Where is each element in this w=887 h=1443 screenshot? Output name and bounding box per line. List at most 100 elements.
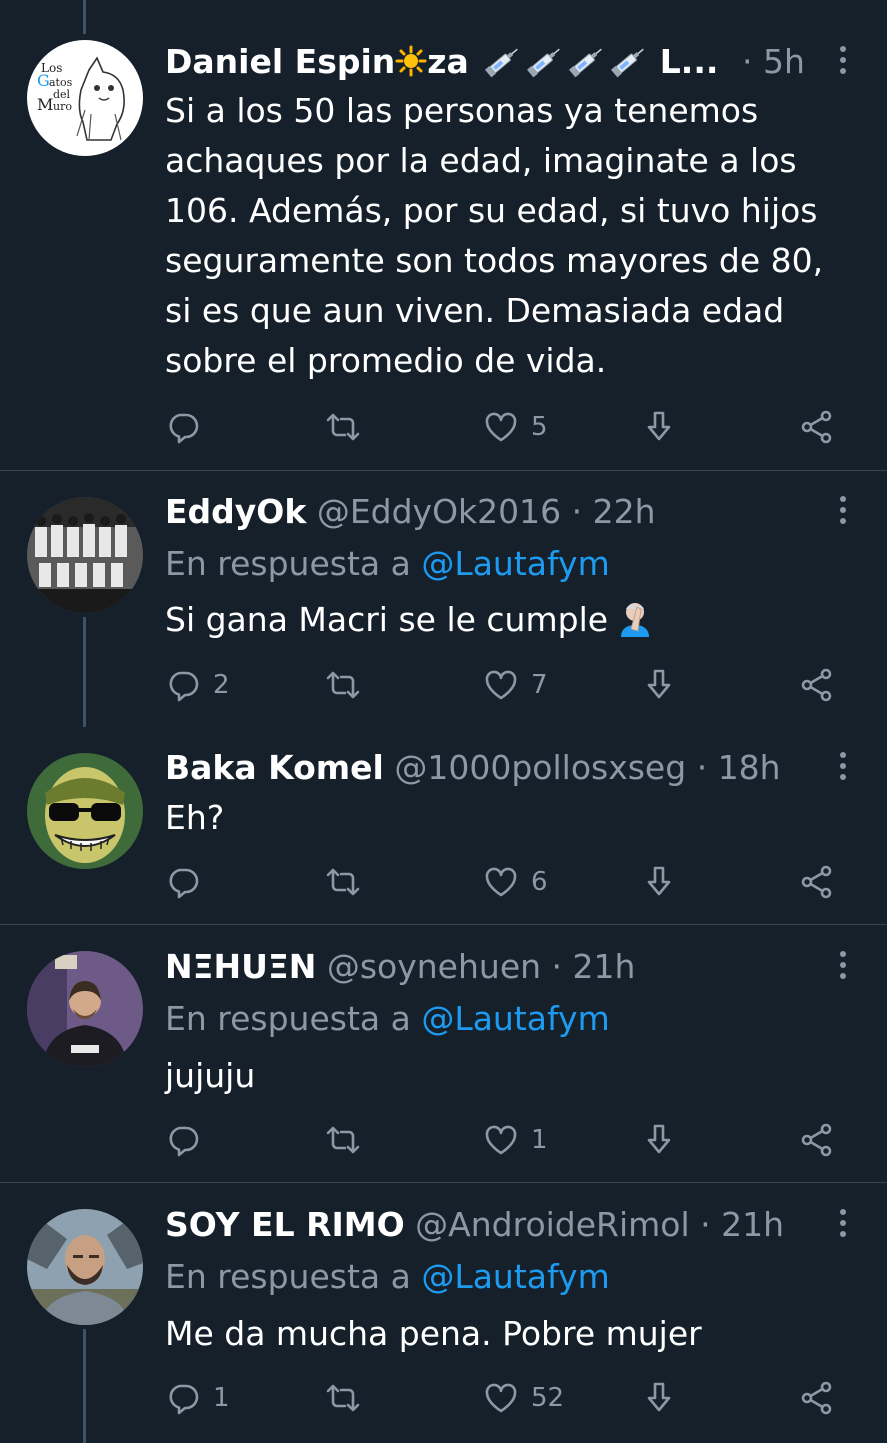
download-button[interactable] <box>641 665 677 705</box>
share-button[interactable] <box>799 862 835 902</box>
heart-icon <box>485 1125 517 1155</box>
avatar[interactable] <box>27 1209 143 1325</box>
retweet-icon <box>326 1384 360 1412</box>
separator-dot: · <box>571 492 583 531</box>
timestamp[interactable]: 18h <box>718 748 781 787</box>
tweet-text: Si gana Macri se le cumple <box>165 595 855 645</box>
timestamp[interactable]: 5h <box>763 42 805 81</box>
retweet-icon <box>326 868 360 896</box>
timestamp[interactable]: 22h <box>593 492 656 531</box>
reply-button[interactable]: 2 <box>165 665 230 705</box>
mention-link[interactable]: @Lautafym <box>421 1257 609 1296</box>
timestamp[interactable]: 21h <box>721 1205 784 1244</box>
tweet-actions: 1 <box>165 1120 855 1160</box>
svg-text:uro: uro <box>53 100 72 113</box>
retweet-icon <box>326 413 360 441</box>
avatar[interactable] <box>27 951 143 1067</box>
share-icon <box>801 865 832 899</box>
retweet-icon <box>326 1126 360 1154</box>
display-name[interactable]: EddyOk <box>165 492 306 531</box>
download-button[interactable] <box>641 1378 677 1418</box>
replying-to: En respuesta a @Lautafym <box>165 1257 610 1296</box>
tweet-header: Baka Komel @1000pollosxseg · 18h <box>165 748 781 788</box>
like-count: 1 <box>531 1125 548 1155</box>
syringe-emoji-icon <box>485 48 519 78</box>
thread-line <box>83 617 86 727</box>
download-button[interactable] <box>641 862 677 902</box>
mention-link[interactable]: @Lautafym <box>421 544 609 583</box>
heart-icon <box>485 412 517 442</box>
reply-icon <box>169 1126 199 1157</box>
separator-dot: · <box>551 947 563 986</box>
reply-icon <box>169 1384 199 1415</box>
share-icon <box>801 1381 832 1415</box>
svg-text:G: G <box>37 71 50 90</box>
thread-line <box>83 0 86 34</box>
like-button[interactable]: 1 <box>483 1120 548 1160</box>
share-icon <box>801 1123 832 1157</box>
tweet-daniel[interactable]: Los G atos del M uro Daniel Espin za L...… <box>0 0 887 470</box>
tweet-text: Eh? <box>165 798 225 837</box>
tweet-text: jujuju <box>165 1056 256 1095</box>
reply-button[interactable]: 1 <box>165 1378 230 1418</box>
reply-count: 1 <box>213 1383 230 1413</box>
more-options-icon[interactable] <box>830 42 856 82</box>
reply-icon <box>169 868 199 899</box>
avatar[interactable] <box>27 497 143 613</box>
reply-button[interactable] <box>165 862 213 902</box>
more-options-icon[interactable] <box>830 492 856 532</box>
like-button[interactable]: 7 <box>483 665 548 705</box>
tweet-nehuen[interactable]: NΞHUΞN @soynehuen · 21h En respuesta a @… <box>0 925 887 1182</box>
display-name[interactable]: NΞHUΞN <box>165 947 316 986</box>
svg-text:M: M <box>37 95 53 114</box>
retweet-button[interactable] <box>325 1120 373 1160</box>
download-arrow-icon <box>647 669 671 699</box>
user-handle[interactable]: @1000pollosxseg <box>394 748 686 787</box>
reply-button[interactable] <box>165 1120 213 1160</box>
like-button[interactable]: 5 <box>483 407 548 447</box>
display-name[interactable]: Daniel Espin za L... <box>165 42 718 81</box>
tweet-soyelrimo[interactable]: SOY EL RIMO @AndroideRimol · 21h En resp… <box>0 1183 887 1443</box>
tweet-header: EddyOk @EddyOk2016 · 22h <box>165 492 656 532</box>
display-name[interactable]: Baka Komel <box>165 748 384 787</box>
tweet-bakakomel[interactable]: Baka Komel @1000pollosxseg · 18h Eh? 6 <box>0 727 887 924</box>
retweet-button[interactable] <box>325 407 373 447</box>
reply-icon <box>169 413 199 444</box>
timestamp[interactable]: 21h <box>573 947 636 986</box>
avatar[interactable]: Los G atos del M uro <box>27 40 143 156</box>
tweet-actions: 6 <box>165 862 855 902</box>
user-handle[interactable]: @EddyOk2016 <box>317 492 561 531</box>
reply-count: 2 <box>213 670 230 700</box>
more-options-icon[interactable] <box>830 947 856 987</box>
more-options-icon[interactable] <box>830 748 856 788</box>
syringe-emoji-icon <box>611 48 645 78</box>
retweet-button[interactable] <box>325 665 373 705</box>
share-button[interactable] <box>799 1378 835 1418</box>
separator-dot: · <box>696 748 708 787</box>
like-count: 7 <box>531 670 548 700</box>
display-name[interactable]: SOY EL RIMO <box>165 1205 405 1244</box>
avatar[interactable] <box>27 753 143 869</box>
reply-button[interactable] <box>165 407 213 447</box>
like-button[interactable]: 52 <box>483 1378 564 1418</box>
tweet-header: Daniel Espin za L... <box>165 42 718 82</box>
share-button[interactable] <box>799 665 835 705</box>
retweet-button[interactable] <box>325 862 373 902</box>
share-icon <box>801 410 832 444</box>
download-button[interactable] <box>641 1120 677 1160</box>
like-button[interactable]: 6 <box>483 862 548 902</box>
tweet-actions: 1 52 <box>165 1378 855 1418</box>
user-handle[interactable]: @AndroideRimol <box>415 1205 690 1244</box>
replying-to: En respuesta a @Lautafym <box>165 999 610 1038</box>
separator-dot: · <box>700 1205 711 1244</box>
share-button[interactable] <box>799 1120 835 1160</box>
mention-link[interactable]: @Lautafym <box>421 999 609 1038</box>
share-button[interactable] <box>799 407 835 447</box>
replying-to: En respuesta a @Lautafym <box>165 544 610 583</box>
separator-dot: · <box>742 42 753 81</box>
user-handle[interactable]: @soynehuen <box>327 947 541 986</box>
retweet-button[interactable] <box>325 1378 373 1418</box>
download-button[interactable] <box>641 407 677 447</box>
more-options-icon[interactable] <box>830 1205 856 1245</box>
tweet-eddyok[interactable]: EddyOk @EddyOk2016 · 22h En respuesta a … <box>0 471 887 727</box>
